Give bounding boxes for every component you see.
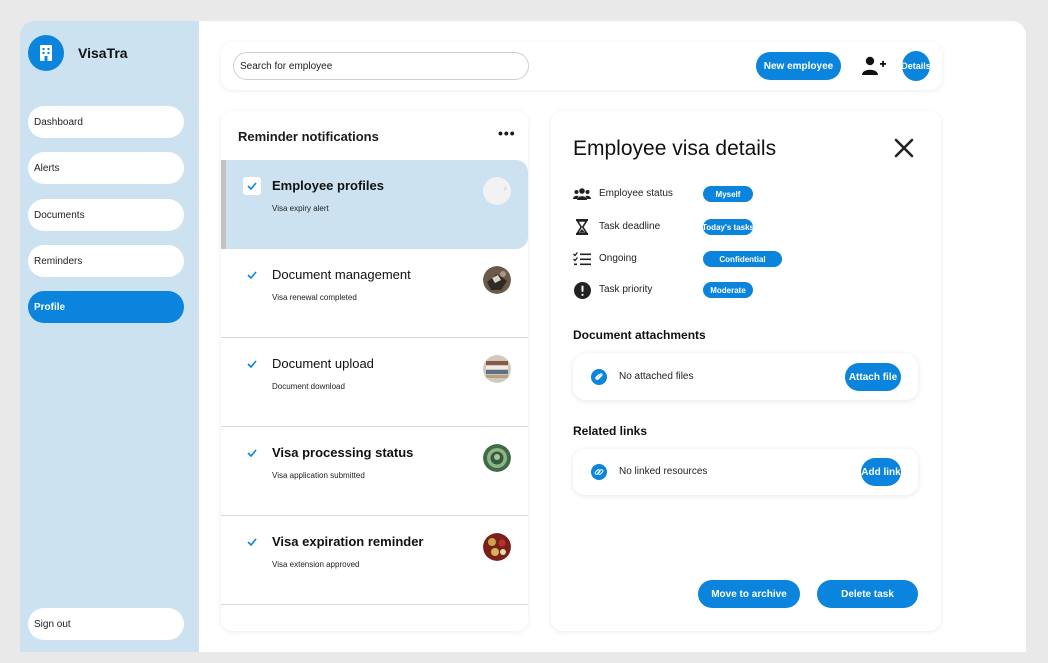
sign-out-button[interactable]: Sign out: [28, 608, 184, 640]
attribute-label: Employee status: [599, 188, 673, 199]
status-badge: Myself: [703, 186, 753, 202]
avatar: [483, 533, 511, 561]
checkbox[interactable]: [243, 444, 261, 462]
attribute-label: Ongoing: [599, 253, 637, 264]
reminder-item-document-management[interactable]: Document management Visa renewal complet…: [221, 249, 528, 338]
reminder-subtitle: Visa extension approved: [272, 560, 360, 569]
attribute-label: Task priority: [599, 284, 653, 295]
brand-name: VisaTra: [78, 45, 128, 61]
visa-details-panel: Employee visa details Employee status My…: [551, 111, 941, 631]
reminder-title: Document management: [272, 267, 411, 282]
details-button[interactable]: Details: [902, 51, 930, 81]
attribute-label: Task deadline: [599, 221, 661, 232]
users-icon: [573, 185, 591, 203]
more-options-icon[interactable]: •••: [498, 125, 516, 141]
move-to-archive-button[interactable]: Move to archive: [698, 580, 800, 608]
sidebar: VisaTra Dashboard Alerts Documents Remin…: [20, 21, 199, 652]
link-icon: [591, 464, 607, 480]
checklist-icon: [573, 250, 591, 268]
sidebar-item-dashboard[interactable]: Dashboard: [28, 106, 184, 138]
attachments-title: Document attachments: [573, 328, 706, 342]
top-bar: New employee Details: [221, 42, 942, 90]
reminder-title: Visa processing status: [272, 445, 414, 460]
close-icon[interactable]: [893, 137, 915, 159]
attachments-box: No attached files Attach file: [573, 354, 918, 400]
building-icon: [28, 35, 64, 71]
attribute-task-deadline: Task deadline Today's tasks: [573, 218, 913, 236]
checkbox[interactable]: [243, 177, 261, 195]
avatar: [483, 266, 511, 294]
checkbox[interactable]: [243, 533, 261, 551]
reminder-subtitle: Visa application submitted: [272, 471, 365, 480]
sidebar-item-reminders[interactable]: Reminders: [28, 245, 184, 277]
avatar: [483, 444, 511, 472]
details-title: Employee visa details: [573, 137, 777, 160]
sidebar-item-documents[interactable]: Documents: [28, 199, 184, 231]
checkbox[interactable]: [243, 266, 261, 284]
reminder-item-employee-profiles[interactable]: Employee profiles Visa expiry alert: [221, 160, 528, 249]
priority-badge: Moderate: [703, 282, 753, 298]
reminder-item-visa-processing-status[interactable]: Visa processing status Visa application …: [221, 427, 528, 516]
attribute-ongoing: Ongoing Confidential: [573, 250, 913, 268]
attribute-task-priority: Task priority Moderate: [573, 281, 913, 299]
ongoing-badge: Confidential: [703, 251, 782, 267]
reminder-title: Visa expiration reminder: [272, 534, 424, 549]
reminder-panel: Reminder notifications ••• Employee prof…: [221, 111, 528, 631]
avatar: [483, 355, 511, 383]
hourglass-icon: [573, 218, 591, 236]
checkbox[interactable]: [243, 355, 261, 373]
app-window: VisaTra Dashboard Alerts Documents Remin…: [20, 21, 1026, 652]
reminder-subtitle: Visa expiry alert: [272, 204, 329, 213]
reminder-title: Document upload: [272, 356, 374, 371]
reminder-subtitle: Visa renewal completed: [272, 293, 357, 302]
reminder-panel-title: Reminder notifications: [238, 129, 379, 144]
delete-task-button[interactable]: Delete task: [817, 580, 918, 608]
links-empty-text: No linked resources: [619, 466, 708, 477]
reminder-title: Employee profiles: [272, 178, 384, 193]
paperclip-icon: [591, 369, 607, 385]
sidebar-item-alerts[interactable]: Alerts: [28, 152, 184, 184]
search-input[interactable]: [233, 52, 529, 80]
exclamation-icon: [573, 281, 591, 299]
related-links-title: Related links: [573, 424, 648, 438]
attribute-employee-status: Employee status Myself: [573, 185, 913, 203]
attachments-empty-text: No attached files: [619, 371, 694, 382]
add-user-icon[interactable]: [861, 55, 887, 77]
reminder-item-visa-expiration-reminder[interactable]: Visa expiration reminder Visa extension …: [221, 516, 528, 605]
reminder-list: Employee profiles Visa expiry alert Docu…: [221, 160, 528, 605]
reminder-subtitle: Document download: [272, 382, 345, 391]
avatar: [483, 177, 511, 205]
sidebar-item-profile[interactable]: Profile: [28, 291, 184, 323]
attach-file-button[interactable]: Attach file: [845, 363, 901, 391]
deadline-badge: Today's tasks: [703, 219, 753, 235]
new-employee-button[interactable]: New employee: [756, 52, 841, 80]
related-links-box: No linked resources Add link: [573, 449, 918, 495]
add-link-button[interactable]: Add link: [861, 458, 901, 486]
reminder-item-document-upload[interactable]: Document upload Document download: [221, 338, 528, 427]
